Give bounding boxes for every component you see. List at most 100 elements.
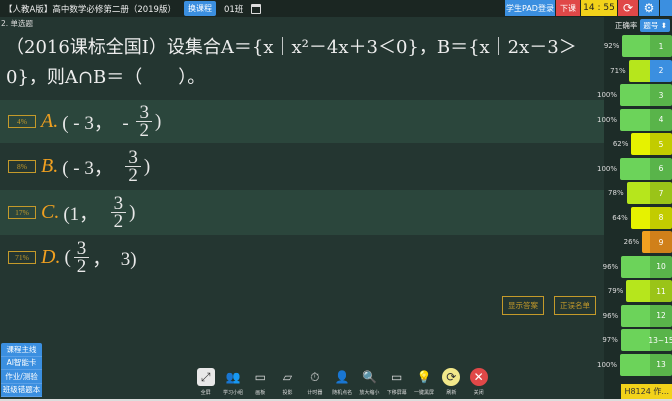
zoom-tool[interactable]: 🔍 放大缩小: [356, 368, 383, 396]
option-percent: 17%: [8, 206, 36, 219]
question-number: 1: [650, 35, 672, 57]
question-accuracy-bar[interactable]: 4: [620, 108, 672, 131]
option-text-post: ， 3): [92, 249, 137, 270]
sort-by-number-button[interactable]: 题号 ⬍: [640, 18, 670, 32]
bar-fill: [626, 182, 650, 204]
bar-fill: [631, 133, 650, 155]
refresh-icon: ⟳: [442, 368, 461, 386]
question-accuracy-bar[interactable]: 1: [622, 35, 672, 57]
accuracy-percent: 97%: [602, 336, 618, 344]
question-accuracy-bar[interactable]: 12: [621, 304, 672, 327]
tool-label: 计时器: [307, 390, 323, 396]
option-a[interactable]: 4% A. ( - 3， - 32 ): [0, 100, 604, 143]
question-accuracy-bar[interactable]: 7: [626, 182, 672, 204]
tool-label: 一键黑屏: [414, 390, 435, 396]
question-accuracy-bar[interactable]: 6: [620, 157, 672, 180]
option-percent: 4%: [8, 115, 36, 128]
study-group-tool[interactable]: 👥 学习小组: [219, 368, 246, 396]
question-accuracy-bar[interactable]: 9: [642, 231, 672, 253]
question-number: 13~15: [648, 329, 672, 351]
fullscreen-icon: ⤢: [196, 368, 215, 386]
blackout-icon: 💡: [416, 370, 432, 384]
question-number: 8: [650, 206, 672, 229]
top-bar: 【人教A版】高中数学必修第二册（2019版） 换课程 01班 学生PAD登录 下…: [0, 0, 672, 17]
timer-display: 14 : 55: [581, 0, 617, 16]
nav-homework-test[interactable]: 作业/测验: [1, 370, 42, 384]
class-name[interactable]: 01班: [224, 3, 243, 15]
question-accuracy-bar[interactable]: 11: [626, 280, 672, 302]
question-accuracy-bar[interactable]: 5: [631, 133, 672, 155]
bar-fill: [620, 157, 650, 180]
end-class-button[interactable]: 下课: [556, 0, 580, 16]
denominator: 2: [128, 165, 138, 186]
option-percent: 71%: [8, 251, 36, 264]
question-accuracy-bar[interactable]: 8: [630, 206, 672, 229]
question-number: 6: [650, 157, 672, 180]
question-accuracy-bar[interactable]: 10: [621, 255, 672, 278]
denominator: 2: [139, 120, 149, 141]
tool-label: 下移屏幕: [386, 390, 407, 396]
option-text-post: ): [143, 155, 151, 177]
question-number: 10: [650, 255, 672, 278]
accuracy-percent: 78%: [608, 189, 624, 197]
bar-fill: [642, 231, 650, 253]
move-screen-down-tool[interactable]: ▭ 下移屏幕: [383, 368, 410, 396]
close-tool[interactable]: ✕ 关闭: [465, 368, 492, 396]
fraction: 32: [110, 194, 127, 231]
drawing-board-icon: ▭: [254, 370, 266, 384]
left-nav: 课程主线 AI智能卡 作业/测验 班级错题本: [1, 343, 42, 397]
bottom-toolbar: ⤢ 全屏 👥 学习小组 ▭ 画板 ▱ 投影 ⏱ 计时器 👤 随机点名 🔍 放大缩小 ▭ 下移屏幕 💡 一键黑屏 ⟳ 刷…: [192, 368, 492, 396]
projection-tool[interactable]: ▱ 投影: [274, 368, 301, 396]
bar-fill: [628, 59, 650, 82]
fraction: 32: [73, 239, 90, 276]
move-screen-down-icon: ▭: [391, 370, 403, 384]
accuracy-percent: 71%: [610, 66, 626, 75]
option-letter: C.: [41, 201, 60, 223]
tool-label: 随机点名: [332, 390, 353, 396]
tool-label: 学习小组: [222, 390, 243, 396]
option-text-pre: (1，: [63, 204, 108, 225]
gear-icon[interactable]: ⚙: [639, 0, 659, 16]
timer-tool[interactable]: ⏱ 计时器: [301, 368, 328, 397]
blackout-tool[interactable]: 💡 一键黑屏: [410, 368, 437, 396]
option-c[interactable]: 17% C. (1， 32 ): [0, 190, 604, 235]
option-text-pre: (: [64, 246, 71, 268]
accuracy-percent: 79%: [607, 287, 624, 295]
calendar-icon[interactable]: [251, 3, 262, 14]
refresh-tool[interactable]: ⟳ 刷新: [438, 368, 465, 396]
zoom-icon: 🔍: [361, 370, 377, 384]
option-d[interactable]: 71% D. ( 32 ， 3): [0, 235, 604, 280]
option-letter: D.: [41, 246, 61, 268]
drawing-board-tool[interactable]: ▭ 画板: [247, 368, 274, 396]
bar-fill: [630, 206, 650, 229]
nav-ai-card[interactable]: AI智能卡: [1, 357, 42, 370]
accuracy-percent: 100%: [596, 360, 617, 369]
bar-fill: [621, 255, 650, 278]
show-answer-button[interactable]: 显示答案: [502, 296, 544, 315]
refresh-icon[interactable]: ⟳: [618, 0, 638, 16]
accuracy-percent: 96%: [602, 262, 619, 271]
question-number: 4: [650, 108, 672, 131]
option-b[interactable]: 8% B. ( - 3， 32 ): [0, 143, 604, 190]
nav-class-mistakes[interactable]: 班级错题本: [1, 384, 42, 397]
fullscreen-tool[interactable]: ⤢ 全屏: [192, 368, 219, 396]
switch-course-button[interactable]: 换课程: [183, 1, 216, 16]
pad-login-button[interactable]: 学生PAD登录: [505, 0, 555, 16]
window-icon[interactable]: [660, 0, 672, 16]
question-type: 2. 单选题: [1, 19, 34, 28]
question-accuracy-bar[interactable]: 13~15: [620, 329, 672, 351]
nav-course-mainline[interactable]: 课程主线: [1, 343, 42, 357]
question-stem: （2016课标全国Ⅰ）设集合A＝{x｜x²－4x＋3＜0}，B＝{x｜2x－3＞…: [6, 37, 577, 88]
question-accuracy-bar[interactable]: 3: [620, 84, 672, 106]
option-text-post: ): [129, 201, 136, 223]
bar-fill: [620, 108, 650, 131]
close-icon: ✕: [469, 368, 488, 386]
accuracy-percent: 64%: [612, 213, 628, 222]
course-title: 【人教A版】高中数学必修第二册（2019版）: [4, 4, 176, 15]
question-number: 12: [650, 304, 672, 327]
homework-badge[interactable]: H8124 作...: [621, 384, 672, 399]
random-call-tool[interactable]: 👤 随机点名: [328, 368, 355, 396]
question-accuracy-bar[interactable]: 13: [620, 353, 672, 376]
bar-fill: [620, 84, 650, 106]
question-accuracy-bar[interactable]: 2: [628, 59, 672, 82]
